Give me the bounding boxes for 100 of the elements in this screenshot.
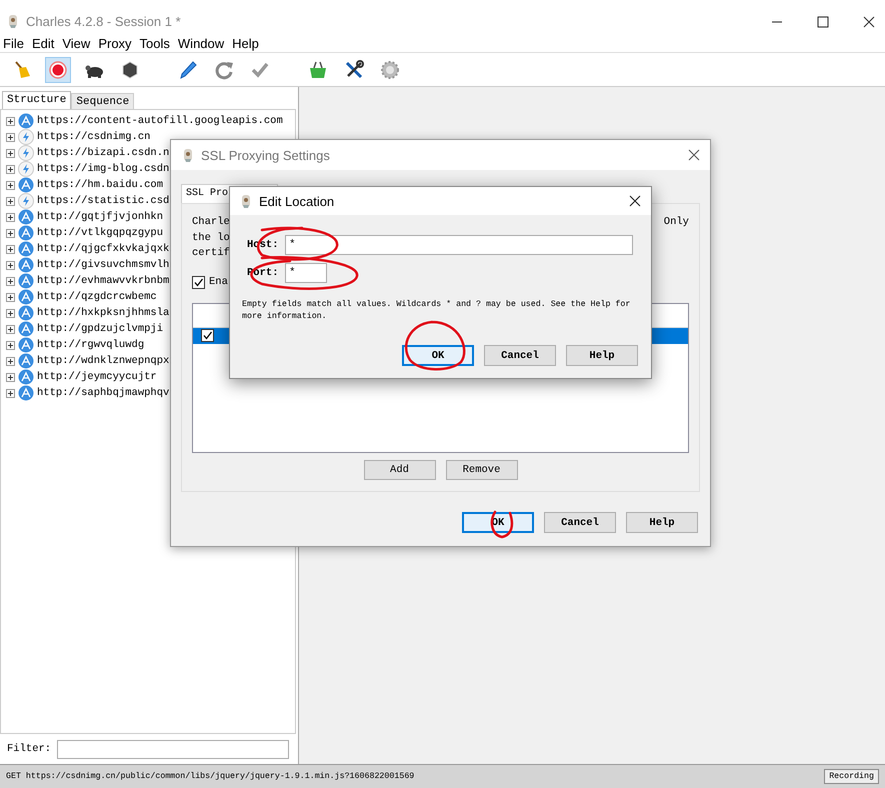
host-entry[interactable]: http://qzgdcrcwbemc xyxy=(37,291,157,303)
close-icon[interactable] xyxy=(629,195,641,207)
status-text: GET https://csdnimg.cn/public/common/libs/jquery/jquery-1.9.1.min.js?1606822001569 xyxy=(6,772,414,781)
expand-icon[interactable] xyxy=(6,276,15,286)
menu-item[interactable]: File xyxy=(3,36,24,51)
globe-icon xyxy=(18,273,34,289)
host-entry[interactable]: http://jeymcyycujtr xyxy=(37,371,157,383)
lightning-icon xyxy=(18,145,34,161)
description-text: Charle xyxy=(192,216,230,230)
globe-icon xyxy=(18,385,34,401)
expand-icon[interactable] xyxy=(6,388,15,398)
host-entry[interactable]: http://evhmawvvkrbnbm xyxy=(37,275,170,287)
globe-icon xyxy=(18,209,34,225)
dialog-button[interactable]: OK xyxy=(402,345,474,366)
globe-icon xyxy=(18,353,34,369)
host-entry[interactable]: https://content-autofill.googleapis.com xyxy=(37,115,283,127)
host-entry[interactable]: http://qjgcfxkvkajqxk xyxy=(37,243,170,255)
lightning-icon xyxy=(18,161,34,177)
description-text: the lo xyxy=(192,232,230,246)
expand-icon[interactable] xyxy=(6,260,15,270)
list-button[interactable]: Remove xyxy=(446,460,518,480)
record-icon xyxy=(47,58,69,80)
menu-item[interactable]: Proxy xyxy=(98,36,132,51)
lightning-icon xyxy=(18,193,34,209)
close-icon[interactable] xyxy=(688,149,700,161)
dialog-button[interactable]: Help xyxy=(626,512,698,533)
globe-icon xyxy=(18,321,34,337)
host-entry[interactable]: http://saphbqjmawphqv xyxy=(37,387,170,399)
expand-icon[interactable] xyxy=(6,340,15,350)
expand-icon[interactable] xyxy=(6,148,15,158)
hint-text: Empty fields match all values. Wildcards * and ? may be used. See the Help for more information. xyxy=(242,299,632,323)
host-entry[interactable]: https://statistic.csd xyxy=(37,195,170,207)
expand-icon[interactable] xyxy=(6,228,15,238)
globe-icon xyxy=(18,177,34,193)
description-text: certif xyxy=(192,247,230,261)
close-icon[interactable] xyxy=(863,16,875,28)
checkbox[interactable] xyxy=(201,329,214,342)
checkbox-label: Ena xyxy=(209,276,228,288)
expand-icon[interactable] xyxy=(6,196,15,206)
check-icon xyxy=(202,330,213,341)
expand-icon[interactable] xyxy=(6,308,15,318)
app-icon xyxy=(6,14,20,29)
host-entry[interactable]: https://hm.baidu.com xyxy=(37,179,164,191)
dialog-button[interactable]: Help xyxy=(566,345,638,366)
expand-icon[interactable] xyxy=(6,324,15,334)
globe-icon xyxy=(18,257,34,273)
record-button[interactable] xyxy=(45,56,71,82)
host-entry[interactable]: http://givsuvchmsmvlh xyxy=(37,259,170,271)
tools-icon xyxy=(343,58,365,80)
app-icon xyxy=(239,194,253,208)
expand-icon[interactable] xyxy=(6,180,15,190)
annotation-mark xyxy=(404,320,466,370)
expand-icon[interactable] xyxy=(6,292,15,302)
description-text: Only xyxy=(664,216,689,230)
lightning-icon xyxy=(18,129,34,145)
globe-icon xyxy=(18,289,34,305)
globe-icon xyxy=(18,305,34,321)
menu-item[interactable]: Edit xyxy=(32,36,54,51)
dialog-button[interactable]: Cancel xyxy=(484,345,556,366)
menu-item[interactable]: Tools xyxy=(140,36,170,51)
host-entry[interactable]: http://hxkpksnjhhmsla xyxy=(37,307,170,319)
expand-icon[interactable] xyxy=(6,244,15,254)
list-button[interactable]: Add xyxy=(364,460,436,480)
maximize-icon[interactable] xyxy=(817,16,829,28)
host-entry[interactable]: http://wdnklznwepnqpx xyxy=(37,355,170,367)
expand-icon[interactable] xyxy=(6,212,15,222)
annotation-mark xyxy=(490,510,514,538)
menu-item[interactable]: View xyxy=(62,36,90,51)
expand-icon[interactable] xyxy=(6,116,15,126)
globe-icon xyxy=(18,113,34,129)
input-field[interactable]: * xyxy=(285,263,327,283)
app-icon xyxy=(181,148,195,162)
filter-label: Filter: xyxy=(7,743,52,755)
globe-icon xyxy=(18,337,34,353)
host-entry[interactable]: http://rgwvqluwdg xyxy=(37,339,144,351)
tab[interactable]: Structure xyxy=(2,91,72,109)
globe-icon xyxy=(18,225,34,241)
input-field[interactable]: * xyxy=(285,235,633,255)
host-entry[interactable]: http://vtlkgqpqzgypu xyxy=(37,227,164,239)
host-entry[interactable]: https://img-blog.csdn xyxy=(37,163,170,175)
tab[interactable]: Sequence xyxy=(71,93,134,109)
globe-icon xyxy=(18,241,34,257)
checkbox[interactable] xyxy=(192,276,205,288)
expand-icon[interactable] xyxy=(6,356,15,366)
recording-button[interactable]: Recording xyxy=(824,769,879,784)
menu-item[interactable]: Window xyxy=(178,36,224,51)
host-entry[interactable]: http://gpdzujclvmpji xyxy=(37,323,164,335)
filter-field[interactable] xyxy=(57,740,290,758)
expand-icon[interactable] xyxy=(6,372,15,382)
dialog-title: Edit Location xyxy=(259,194,334,208)
window-title: Charles 4.2.8 - Session 1 * xyxy=(26,14,181,29)
dialog-button[interactable]: Cancel xyxy=(544,512,616,533)
expand-icon[interactable] xyxy=(6,164,15,174)
host-entry[interactable]: https://csdnimg.cn xyxy=(37,131,150,143)
menu-item[interactable]: Help xyxy=(232,36,259,51)
host-entry[interactable]: https://bizapi.csdn.n xyxy=(37,147,170,159)
globe-icon xyxy=(18,369,34,385)
host-entry[interactable]: http://gqtjfjvjonhkn xyxy=(37,211,164,223)
dialog-title: SSL Proxying Settings xyxy=(201,148,330,162)
expand-icon[interactable] xyxy=(6,132,15,142)
